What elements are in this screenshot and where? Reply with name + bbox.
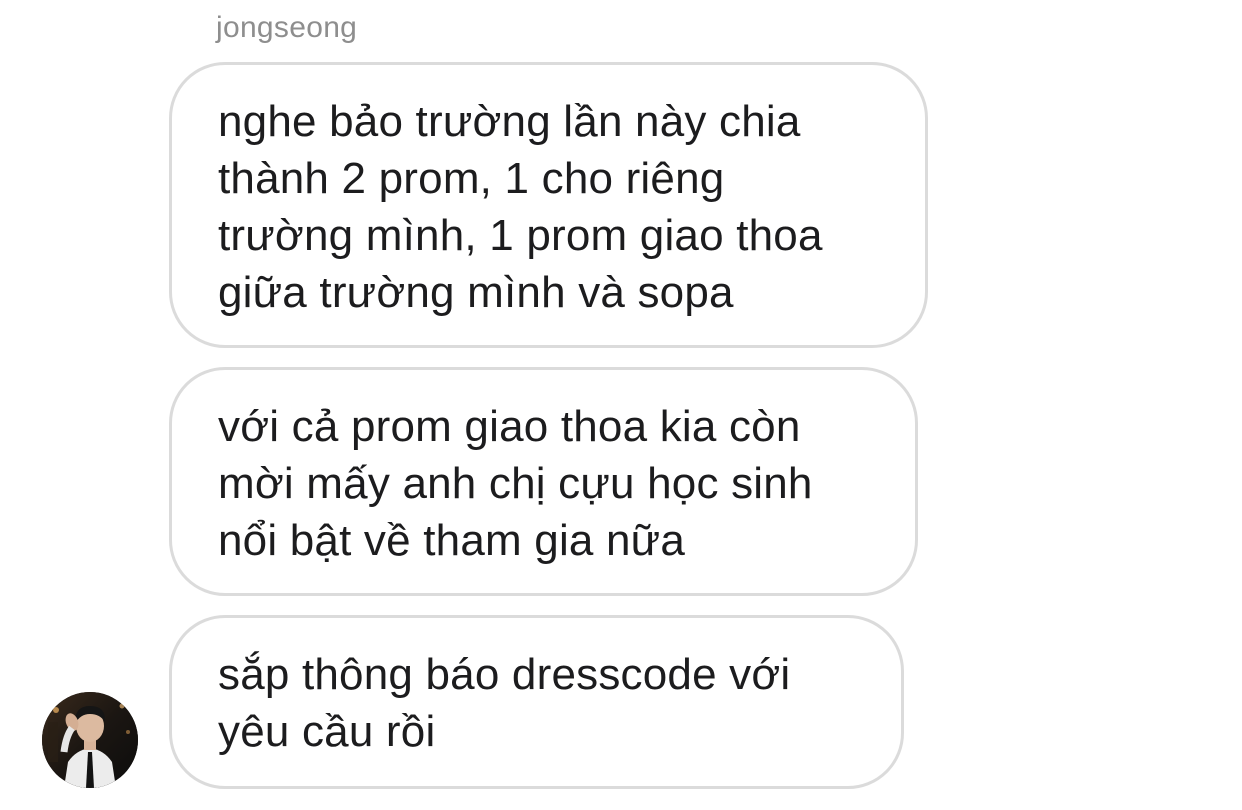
avatar-photo-icon [42, 692, 138, 788]
sender-avatar[interactable] [42, 692, 138, 788]
message-text-line: giữa trường mình và sopa [218, 268, 734, 317]
message-text-line: với cả prom giao thoa kia còn [218, 402, 801, 451]
sender-name: jongseong [216, 11, 358, 44]
message-bubble[interactable]: sắp thông báo dresscode với yêu cầu rồi [169, 615, 904, 789]
message-bubble[interactable]: với cả prom giao thoa kia còn mời mấy an… [169, 367, 918, 596]
message-text-line: nghe bảo trường lần này chia [218, 97, 801, 146]
message-text-line: thành 2 prom, 1 cho riêng [218, 154, 725, 203]
message-text-line: yêu cầu rồi [218, 707, 436, 756]
message-text-line: trường mình, 1 prom giao thoa [218, 211, 823, 260]
message-text-line: sắp thông báo dresscode với [218, 650, 791, 699]
message-text-line: mời mấy anh chị cựu học sinh [218, 459, 813, 508]
message-bubble[interactable]: nghe bảo trường lần này chia thành 2 pro… [169, 62, 928, 348]
message-text-line: nổi bật về tham gia nữa [218, 516, 686, 565]
